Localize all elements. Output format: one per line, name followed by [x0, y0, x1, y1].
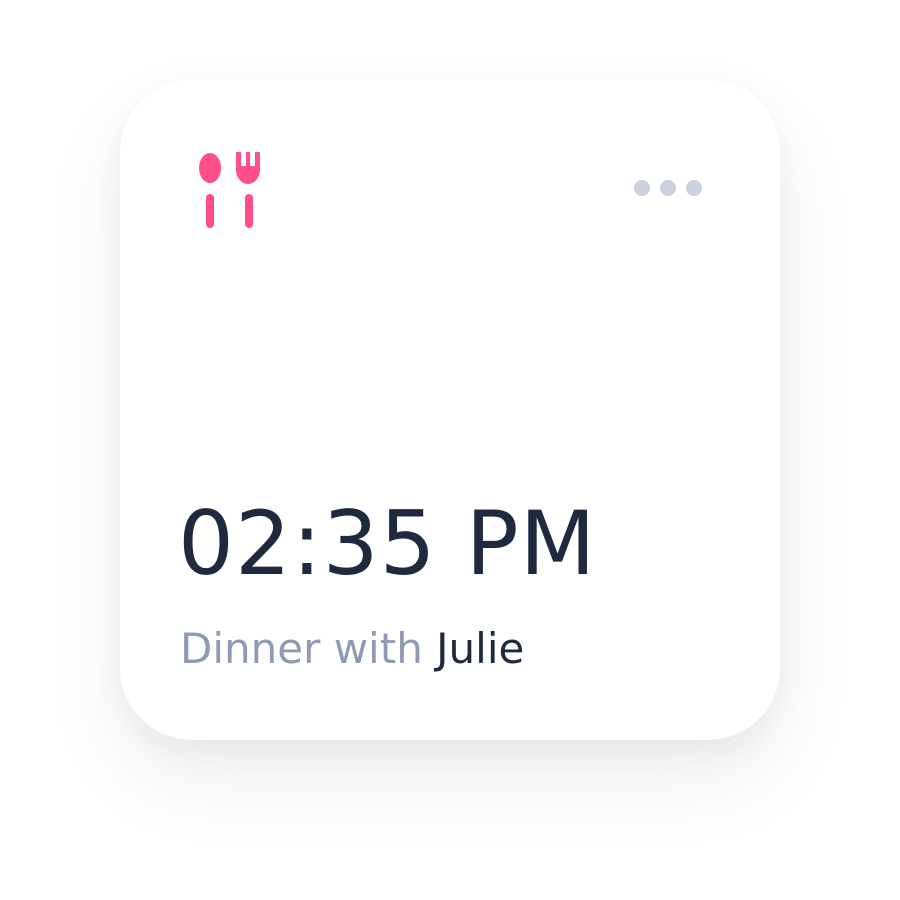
- more-horizontal-icon-dot: [660, 180, 676, 196]
- event-time: 02:35 PM: [178, 492, 597, 595]
- more-horizontal-icon-dot: [634, 180, 650, 196]
- stage: 02:35 PM Dinner with Julie: [0, 0, 900, 900]
- event-caption-prefix: Dinner with: [180, 624, 423, 673]
- event-card[interactable]: 02:35 PM Dinner with Julie: [120, 80, 780, 740]
- more-options-button[interactable]: [634, 178, 714, 198]
- event-caption-name: Julie: [436, 624, 525, 673]
- fork-and-spoon-icon: [199, 152, 260, 228]
- more-horizontal-icon-dot: [686, 180, 702, 196]
- event-caption: Dinner with Julie: [180, 628, 524, 670]
